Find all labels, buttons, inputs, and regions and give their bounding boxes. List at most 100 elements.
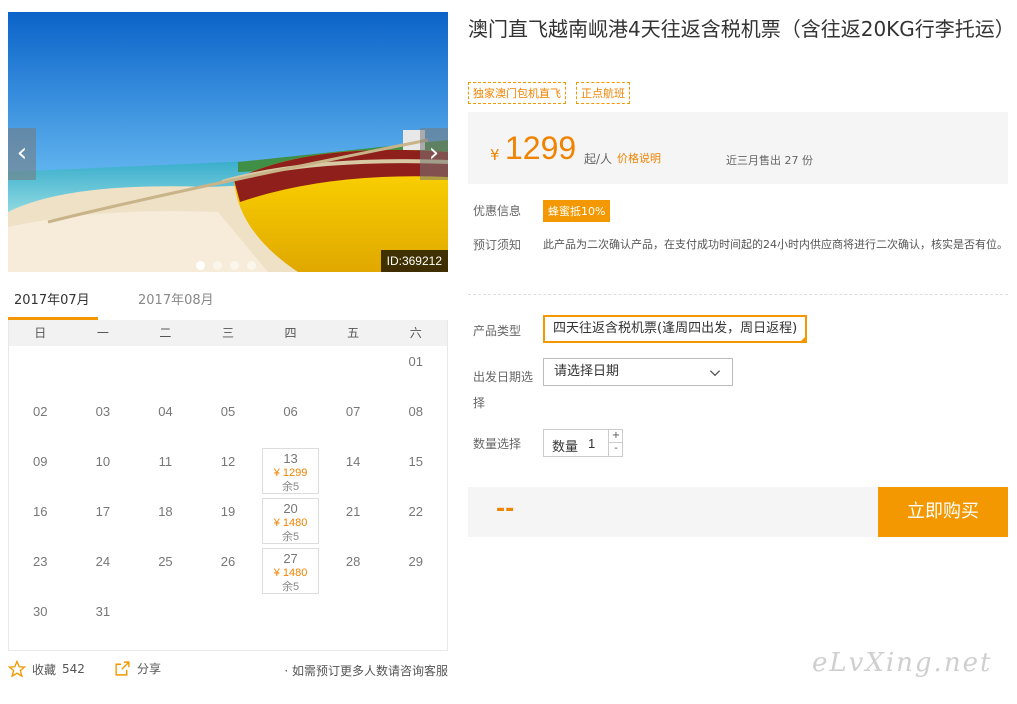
- day-number: 20: [283, 501, 298, 516]
- calendar-weekday-header: 日 一 二 三 四 五 六: [9, 320, 447, 346]
- calendar-blank-cell: [197, 346, 260, 396]
- share-icon: [115, 661, 130, 676]
- calendar-day-available[interactable]: 13 ¥ 1299 余5: [262, 448, 319, 494]
- calendar-day: 08: [384, 396, 447, 446]
- day-number: 04: [158, 404, 173, 419]
- favorite-button[interactable]: 收藏 542: [8, 660, 85, 678]
- gallery-dot[interactable]: [213, 261, 222, 270]
- day-number: 31: [95, 604, 111, 619]
- day-number: 26: [220, 554, 236, 569]
- gallery-dot[interactable]: [196, 261, 205, 270]
- day-number: 16: [33, 504, 48, 519]
- calendar-day: 30: [9, 596, 72, 646]
- calendar-day: 03: [72, 396, 135, 446]
- calendar-day: 15: [384, 446, 447, 496]
- day-number: 21: [345, 504, 361, 519]
- gallery-prev-arrow-icon[interactable]: ‹: [8, 128, 36, 180]
- departure-date-label: 出发日期选择: [473, 370, 534, 410]
- calendar-days-grid: 01 02 03 04 05 06 07 08 09 10 11 12 13 ¥ 1299 余5 14 15 16…: [9, 346, 447, 646]
- chevron-down-icon: [709, 370, 721, 377]
- calendar-day: 31: [72, 596, 135, 646]
- calendar-day: 16: [9, 496, 72, 546]
- starting-price: 1299: [505, 130, 577, 166]
- buy-now-button[interactable]: 立即购买: [878, 487, 1008, 537]
- weekday-label: 二: [159, 326, 172, 340]
- calendar-blank-cell: [322, 346, 385, 396]
- calendar-day: 17: [72, 496, 135, 546]
- purchase-bar: -- 立即购买: [468, 487, 1008, 537]
- gallery-pagination: [196, 261, 256, 270]
- quantity-stepper: 数量 1 + -: [543, 429, 623, 457]
- calendar-day: 21: [322, 496, 385, 546]
- quantity-plus-button[interactable]: +: [608, 430, 623, 443]
- calendar-day: 07: [322, 396, 385, 446]
- product-id-badge: ID:369212: [380, 250, 448, 272]
- weekday-label: 四: [284, 326, 297, 340]
- calendar-day: 10: [72, 446, 135, 496]
- day-number: 05: [220, 404, 236, 419]
- tab-month-july[interactable]: 2017年07月: [8, 290, 98, 320]
- day-number: 19: [220, 504, 236, 519]
- gallery-next-arrow-icon[interactable]: ›: [420, 128, 448, 180]
- quantity-label: 数量选择: [473, 437, 522, 451]
- day-number: 15: [408, 454, 423, 469]
- product-gallery[interactable]: ‹ › ID:369212: [8, 12, 448, 272]
- weekday-label: 一: [96, 326, 109, 340]
- calendar-blank-cell: [259, 346, 322, 396]
- weekday-label: 三: [221, 326, 234, 340]
- day-number: 01: [408, 354, 423, 369]
- calendar-day: 04: [134, 396, 197, 446]
- tab-month-august[interactable]: 2017年08月: [138, 290, 214, 320]
- day-price: ¥ 1480: [273, 517, 308, 529]
- day-number: 03: [95, 404, 111, 419]
- day-number: 27: [283, 551, 298, 566]
- booking-notice-text: 此产品为二次确认产品，在支付成功时间起的24小时内供应商将进行二次确认，核实是否…: [543, 238, 1008, 251]
- weekday-label: 五: [347, 326, 360, 340]
- beach-boat-photo: [8, 12, 448, 272]
- price-unit: 起/人: [584, 152, 613, 166]
- day-stock: 余5: [282, 481, 300, 493]
- weekday-label: 日: [34, 326, 47, 340]
- day-number: 28: [345, 554, 361, 569]
- calendar-blank-cell: [134, 346, 197, 396]
- favorite-label: 收藏: [32, 662, 57, 677]
- day-number: 22: [408, 504, 423, 519]
- calendar-day: 24: [72, 546, 135, 596]
- day-number: 11: [158, 454, 173, 469]
- day-number: 18: [158, 504, 173, 519]
- day-stock: 余5: [282, 581, 300, 593]
- quantity-inner-label: 数量: [552, 440, 579, 455]
- price-box: ¥ 1299 起/人 价格说明 近三月售出 27 份: [468, 112, 1008, 184]
- quantity-input[interactable]: 1: [588, 436, 608, 451]
- gallery-dot[interactable]: [230, 261, 239, 270]
- calendar-blank-cell: [72, 346, 135, 396]
- calendar-day: 14: [322, 446, 385, 496]
- day-number: 13: [283, 451, 298, 466]
- weekday-label: 六: [409, 326, 422, 340]
- calendar-day: 01: [384, 346, 447, 396]
- quantity-minus-button[interactable]: -: [608, 443, 623, 456]
- product-type-option[interactable]: 四天往返含税机票(逢周四出发，周日返程): [543, 315, 808, 343]
- calendar-day-available[interactable]: 20 ¥ 1480 余5: [262, 498, 319, 544]
- calendar-day-available[interactable]: 27 ¥ 1480 余5: [262, 548, 319, 594]
- day-price: ¥ 1299: [273, 467, 308, 479]
- promo-label: 优惠信息: [473, 204, 522, 218]
- calendar-day: 29: [384, 546, 447, 596]
- day-number: 25: [158, 554, 173, 569]
- gallery-dot[interactable]: [247, 261, 256, 270]
- share-label: 分享: [137, 662, 162, 676]
- departure-date-select[interactable]: 请选择日期: [543, 358, 733, 386]
- day-number: 10: [95, 454, 111, 469]
- day-number: 09: [33, 454, 48, 469]
- calendar-day: 28: [322, 546, 385, 596]
- day-number: 23: [33, 554, 48, 569]
- departure-calendar: 日 一 二 三 四 五 六 01 02 03 04 05 06 07 08 09 10 11 12 13…: [8, 320, 448, 651]
- share-button[interactable]: 分享: [114, 660, 161, 677]
- calendar-day: 02: [9, 396, 72, 446]
- section-divider: [468, 294, 1008, 295]
- product-type-label: 产品类型: [473, 324, 522, 338]
- calendar-day: 26: [197, 546, 260, 596]
- price-explain-link[interactable]: 价格说明: [617, 150, 661, 166]
- day-price: ¥ 1480: [273, 567, 308, 579]
- star-icon: [8, 660, 26, 678]
